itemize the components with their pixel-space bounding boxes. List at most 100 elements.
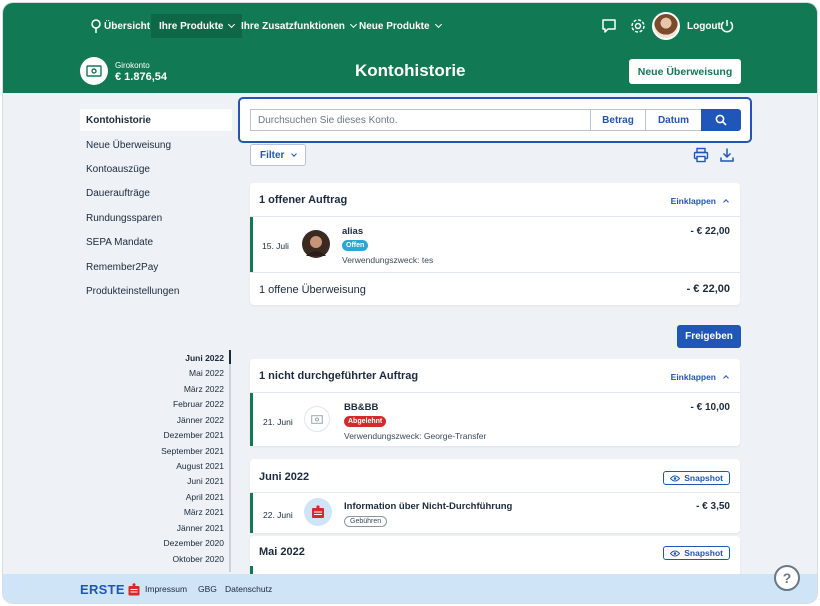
sidebar-item-sepa-mandates[interactable]: SEPA Mandate (80, 231, 232, 253)
account-header: Girokonto € 1.876,54 Kontohistorie Neue … (3, 49, 817, 93)
timeline-item[interactable]: Juni 2021 (123, 476, 224, 486)
nav-extras[interactable]: Ihre Zusatzfunktionen (241, 3, 357, 49)
footer-link-imprint[interactable]: Impressum (145, 584, 187, 594)
sidebar-item-new-transfer[interactable]: Neue Überweisung (80, 134, 232, 156)
transaction-name: BB&BB (344, 402, 379, 413)
timeline-item[interactable]: September 2021 (123, 446, 224, 456)
sidebar-item-standing-orders[interactable]: Daueraufträge (80, 182, 232, 204)
bank-logo-avatar (304, 498, 332, 526)
account-name: Girokonto (115, 61, 150, 70)
nav-new-products[interactable]: Neue Produkte (359, 3, 442, 49)
user-avatar[interactable] (652, 12, 680, 40)
nav-products-label: Ihre Produkte (159, 20, 224, 32)
status-badge-open: Offen (342, 240, 369, 251)
timeline-item[interactable]: März 2021 (123, 507, 224, 517)
new-transfer-button[interactable]: Neue Überweisung (629, 59, 741, 84)
timeline-item[interactable]: Februar 2022 (123, 399, 224, 409)
nav-overview[interactable]: Übersicht (104, 3, 150, 49)
transaction-name: Information über Nicht-Durchführung (344, 501, 513, 512)
nav-new-products-label: Neue Produkte (359, 20, 430, 32)
timeline-item[interactable]: Oktober 2020 (123, 554, 224, 564)
search-button[interactable] (701, 109, 741, 131)
transaction-name: alias (342, 226, 364, 237)
banknote-icon (311, 414, 323, 424)
sidebar-item-product-settings[interactable]: Produkteinstellungen (80, 280, 232, 302)
timeline-item[interactable]: Juni 2022 (123, 353, 224, 363)
transaction-amount: - € 22,00 (690, 226, 730, 237)
divider (250, 492, 740, 493)
timeline-item[interactable]: Mai 2022 (123, 368, 224, 378)
divider (250, 216, 740, 217)
merchant-avatar (304, 406, 330, 432)
pending-indicator (250, 493, 253, 533)
failed-orders-card: 1 nicht durchgeführter Auftrag Einklappe… (250, 359, 740, 446)
open-transfers-total: - € 22,00 (686, 283, 730, 295)
savings-bank-logo-icon (312, 505, 324, 518)
sidebar-item-round-up-savings[interactable]: Rundungssparen (80, 207, 232, 229)
page-title: Kontohistorie (355, 61, 466, 80)
chevron-up-icon (723, 375, 729, 381)
chevron-down-icon (291, 150, 298, 157)
pending-indicator (250, 217, 253, 272)
timeline-active-marker (229, 350, 231, 364)
erste-logo: ERSTE (80, 582, 140, 597)
chevron-down-icon (349, 20, 357, 29)
month-title: Mai 2022 (259, 546, 305, 558)
divider (250, 272, 740, 273)
search-input[interactable]: Durchsuchen Sie dieses Konto. (250, 109, 590, 131)
open-orders-card: 1 offener Auftrag Einklappen 15. Juli al… (250, 183, 740, 305)
sidebar-item-statements[interactable]: Kontoauszüge (80, 158, 232, 180)
settings-gear-icon[interactable] (629, 17, 647, 35)
print-icon[interactable] (693, 147, 709, 163)
transaction-purpose: Verwendungszweck: tes (342, 255, 434, 265)
timeline-item[interactable]: April 2021 (123, 492, 224, 502)
timeline-item[interactable]: Jänner 2022 (123, 415, 224, 425)
collapse-label: Einklappen (670, 196, 716, 206)
failed-orders-title: 1 nicht durchgeführter Auftrag (259, 370, 419, 382)
date-filter-button[interactable]: Datum (646, 109, 702, 131)
logout-button[interactable]: Logout (687, 3, 721, 49)
help-button[interactable]: ? (774, 565, 800, 591)
status-badge-rejected: Abgelehnt (344, 416, 387, 427)
amount-filter-button[interactable]: Betrag (590, 109, 646, 131)
footer-link-privacy[interactable]: Datenschutz (225, 584, 272, 594)
release-button[interactable]: Freigeben (677, 325, 741, 348)
top-navigation: Übersicht Ihre Produkte Ihre Zusatzfunkt… (3, 3, 817, 49)
timeline-item[interactable]: Jänner 2021 (123, 523, 224, 533)
sidebar-item-remember2pay[interactable]: Remember2Pay (80, 256, 232, 278)
nav-extras-label: Ihre Zusatzfunktionen (241, 20, 345, 32)
snapshot-button[interactable]: Snapshot (663, 546, 730, 560)
collapse-open-orders-button[interactable]: Einklappen (670, 196, 729, 206)
nav-overview-label: Übersicht (104, 20, 151, 32)
account-balance: € 1.876,54 (115, 71, 167, 83)
open-orders-title: 1 offener Auftrag (259, 194, 348, 206)
logo-text: ERSTE (80, 582, 125, 597)
filter-label: Filter (260, 149, 285, 161)
collapse-label: Einklappen (670, 372, 716, 382)
banknote-icon (86, 65, 102, 77)
timeline-track (229, 350, 231, 572)
timeline-item[interactable]: Dezember 2021 (123, 430, 224, 440)
nav-products[interactable]: Ihre Produkte (151, 14, 243, 38)
filter-button[interactable]: Filter (250, 144, 306, 166)
open-transfers-summary: 1 offene Überweisung (259, 284, 366, 296)
sidebar-item-account-history[interactable]: Kontohistorie (80, 109, 232, 131)
transaction-purpose: Verwendungszweck: George-Transfer (344, 431, 487, 441)
location-pin-icon (91, 19, 101, 33)
collapse-failed-orders-button[interactable]: Einklappen (670, 372, 729, 382)
footer-link-terms[interactable]: GBG (198, 584, 217, 594)
month-title: Juni 2022 (259, 471, 310, 483)
contact-avatar (302, 230, 330, 258)
chat-icon[interactable] (600, 17, 618, 35)
power-icon[interactable] (718, 17, 736, 35)
chevron-up-icon (723, 199, 729, 205)
snapshot-label: Snapshot (684, 473, 723, 483)
snapshot-label: Snapshot (684, 548, 723, 558)
timeline-item[interactable]: März 2022 (123, 384, 224, 394)
snapshot-button[interactable]: Snapshot (663, 471, 730, 485)
search-icon (715, 114, 727, 126)
download-icon[interactable] (719, 147, 735, 163)
timeline-item[interactable]: Dezember 2020 (123, 538, 224, 548)
logout-label: Logout (687, 20, 721, 32)
timeline-item[interactable]: August 2021 (123, 461, 224, 471)
